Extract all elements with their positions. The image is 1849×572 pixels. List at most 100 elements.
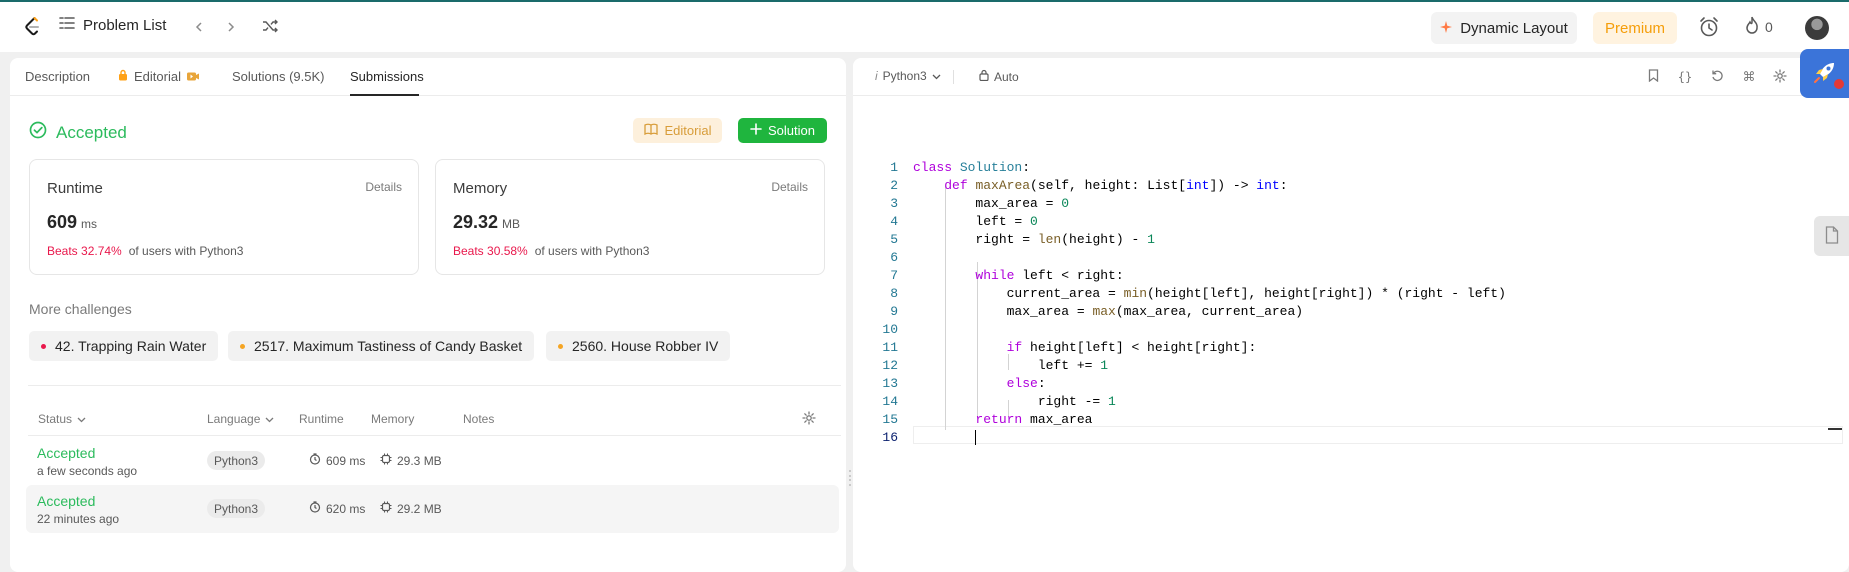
submission-status: Accepted: [29, 121, 127, 144]
code-line: while left < right:: [975, 268, 1124, 283]
notes-side-tab[interactable]: [1814, 216, 1849, 256]
tab-description[interactable]: Description: [25, 69, 90, 84]
memory-value: 29.32 MB: [453, 212, 520, 233]
memory-details-link[interactable]: Details: [771, 180, 808, 194]
check-circle-icon: [29, 121, 47, 144]
assistant-launcher-button[interactable]: [1800, 49, 1849, 98]
line-number: 2: [890, 178, 898, 193]
flame-icon: [1745, 16, 1759, 37]
runtime-unit: ms: [81, 217, 98, 231]
difficulty-dot: [558, 343, 563, 349]
language-column-header[interactable]: Language: [207, 412, 274, 426]
memory-unit: MB: [502, 217, 521, 231]
list-icon: [59, 16, 75, 34]
table-row[interactable]: Accepted 22 minutes ago Python3 620 ms 2…: [26, 485, 839, 533]
format-code-button[interactable]: {}: [1677, 69, 1693, 85]
row-memory: 29.3 MB: [380, 453, 442, 468]
sparkle-icon: [1440, 20, 1453, 37]
code-editor[interactable]: 1 2 3 4 5 6 7 8 9 10 11 12 13 14 15 16 c…: [853, 102, 1849, 562]
code-line: if height[left] < height[right]:: [1006, 340, 1257, 355]
chevron-down-icon: [265, 412, 274, 426]
difficulty-dot: [240, 343, 245, 349]
line-number: 10: [882, 322, 898, 337]
row-memory-value: 29.2 MB: [397, 501, 442, 516]
document-icon: [1825, 225, 1839, 247]
runtime-details-link[interactable]: Details: [365, 180, 402, 194]
header-label: Status: [38, 412, 73, 426]
tab-editorial-label: Editorial: [134, 69, 181, 84]
table-row[interactable]: Accepted a few seconds ago Python3 609 m…: [26, 437, 839, 485]
bookmark-button[interactable]: [1645, 69, 1661, 85]
editor-settings-button[interactable]: [1772, 68, 1788, 86]
clock-icon: [309, 501, 321, 516]
tab-submissions[interactable]: Submissions: [350, 69, 424, 84]
table-header-divider: [28, 435, 841, 436]
status-column-header[interactable]: Status: [38, 412, 86, 426]
row-runtime-value: 620 ms: [326, 501, 366, 516]
next-problem-button[interactable]: [220, 16, 242, 38]
line-number: 8: [890, 286, 898, 301]
leetcode-logo[interactable]: [21, 15, 45, 39]
shuffle-icon: [262, 19, 278, 36]
chevron-right-icon: [227, 20, 235, 35]
streak-counter[interactable]: 0: [1745, 16, 1773, 37]
premium-label: Premium: [1604, 19, 1665, 37]
table-settings-button[interactable]: [801, 410, 817, 427]
dynamic-layout-button[interactable]: Dynamic Layout: [1431, 12, 1577, 44]
reset-code-button[interactable]: [1709, 69, 1725, 85]
line-number: 4: [890, 214, 898, 229]
editorial-button[interactable]: Editorial: [633, 118, 722, 143]
info-icon: i: [875, 69, 878, 83]
lock-icon: [979, 69, 989, 84]
row-language-badge: Python3: [207, 451, 266, 470]
line-number: 6: [890, 250, 898, 265]
code-editor-panel: i Python3 Auto {} ⌘ 1 2 3 4 5 6 7 8 9 10…: [853, 58, 1849, 572]
row-status[interactable]: Accepted: [37, 445, 95, 461]
solution-button[interactable]: Solution: [738, 118, 827, 143]
minimap-cursor-marker: [1828, 428, 1842, 430]
chip-icon: [380, 501, 392, 516]
clock-icon: [309, 453, 321, 468]
auto-mode-toggle[interactable]: Auto: [979, 69, 1019, 84]
language-label: Python3: [882, 69, 927, 83]
runtime-beats: Beats 32.74% of users with Python3: [47, 244, 243, 258]
settings-icon: [1773, 68, 1787, 86]
challenge-chip[interactable]: 2560. House Robber IV: [546, 331, 731, 361]
user-avatar[interactable]: [1805, 16, 1829, 40]
tab-editorial[interactable]: Editorial: [118, 69, 199, 84]
dynamic-layout-label: Dynamic Layout: [1460, 19, 1568, 37]
premium-button[interactable]: Premium: [1593, 12, 1677, 44]
language-selector[interactable]: i Python3: [875, 69, 941, 83]
runtime-card[interactable]: Runtime Details 609 ms Beats 32.74% of use…: [29, 159, 419, 275]
video-icon: [186, 69, 199, 84]
line-number: 15: [882, 412, 898, 427]
solution-button-label: Solution: [768, 123, 815, 138]
panel-resize-handle[interactable]: [848, 470, 851, 486]
code-line: [913, 430, 977, 446]
line-number: 12: [882, 358, 898, 373]
line-number: 9: [890, 304, 898, 319]
problem-list-link[interactable]: Problem List: [59, 16, 166, 34]
tab-solutions[interactable]: Solutions (9.5K): [232, 69, 325, 84]
bookmark-icon: [1648, 69, 1659, 85]
alarm-icon: [1698, 16, 1720, 41]
random-problem-button[interactable]: [259, 16, 281, 38]
previous-problem-button[interactable]: [188, 16, 210, 38]
row-runtime: 620 ms: [309, 501, 365, 516]
row-status[interactable]: Accepted: [37, 493, 95, 509]
line-number: 3: [890, 196, 898, 211]
line-number: 14: [882, 394, 898, 409]
shortcuts-button[interactable]: ⌘: [1741, 69, 1757, 85]
code-line: max_area = 0: [913, 196, 1070, 211]
challenge-chip[interactable]: 42. Trapping Rain Water: [29, 331, 219, 361]
problem-list-label: Problem List: [83, 16, 167, 34]
toolbar-divider: [953, 70, 954, 84]
timer-button[interactable]: [1697, 16, 1721, 40]
tab-submissions-label: Submissions: [350, 69, 424, 84]
challenge-chip[interactable]: 2517. Maximum Tastiness of Candy Basket: [228, 331, 535, 361]
lock-icon: [118, 69, 128, 84]
memory-card[interactable]: Memory Details 29.32 MB Beats 30.58% of us…: [435, 159, 825, 275]
challenge-label: 2517. Maximum Tastiness of Candy Basket: [254, 338, 523, 354]
code-line: return max_area: [975, 412, 1093, 427]
code-line: right = len(height) - 1: [913, 232, 1155, 247]
